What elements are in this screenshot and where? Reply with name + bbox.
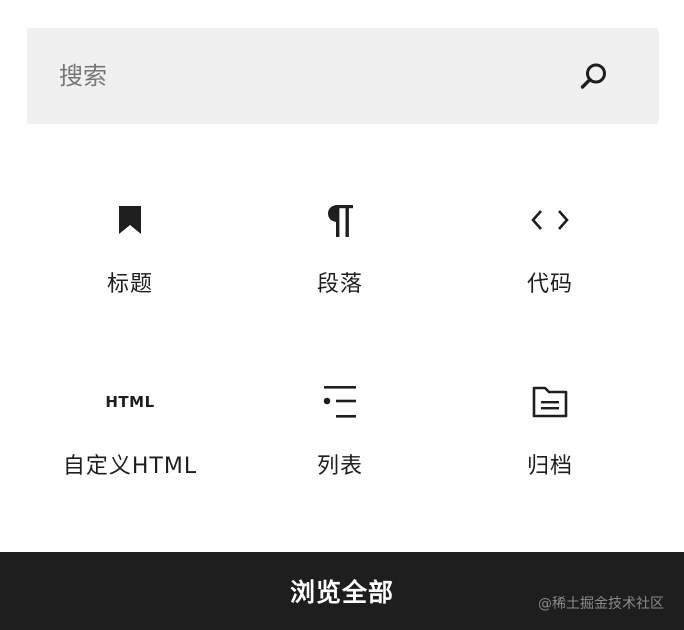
search-input[interactable]	[27, 28, 577, 124]
watermark-text: @稀土掘金技术社区	[538, 596, 664, 612]
block-label: 归档	[526, 454, 573, 479]
block-item-heading[interactable]: 标题	[25, 168, 235, 350]
block-item-code[interactable]: 代码	[445, 168, 655, 350]
list-icon	[318, 380, 362, 424]
paragraph-icon	[318, 198, 362, 242]
block-label: 标题	[106, 272, 153, 297]
block-label: 列表	[316, 454, 363, 479]
bookmark-icon	[108, 198, 152, 242]
block-inserter: 标题 段落 代码 H	[0, 0, 684, 630]
search-icon	[580, 63, 606, 89]
search-box	[27, 28, 659, 124]
block-label: 段落	[316, 272, 363, 297]
block-label: 自定义HTML	[62, 454, 198, 479]
block-item-list[interactable]: 列表	[235, 350, 445, 532]
browse-all-button[interactable]: 浏览全部	[0, 552, 684, 630]
html-icon-text: HTML	[105, 393, 155, 411]
block-grid: 标题 段落 代码 HTML 自定义HTML 列表 归档	[25, 168, 657, 532]
block-item-custom-html[interactable]: HTML 自定义HTML	[25, 350, 235, 532]
block-item-paragraph[interactable]: 段落	[235, 168, 445, 350]
footer-bar: 浏览全部 @稀土掘金技术社区	[0, 552, 684, 630]
block-label: 代码	[526, 272, 573, 297]
archive-folder-icon	[528, 380, 572, 424]
block-item-archive[interactable]: 归档	[445, 350, 655, 532]
code-icon	[528, 198, 572, 242]
html-icon: HTML	[100, 380, 160, 424]
search-button[interactable]	[577, 59, 611, 93]
